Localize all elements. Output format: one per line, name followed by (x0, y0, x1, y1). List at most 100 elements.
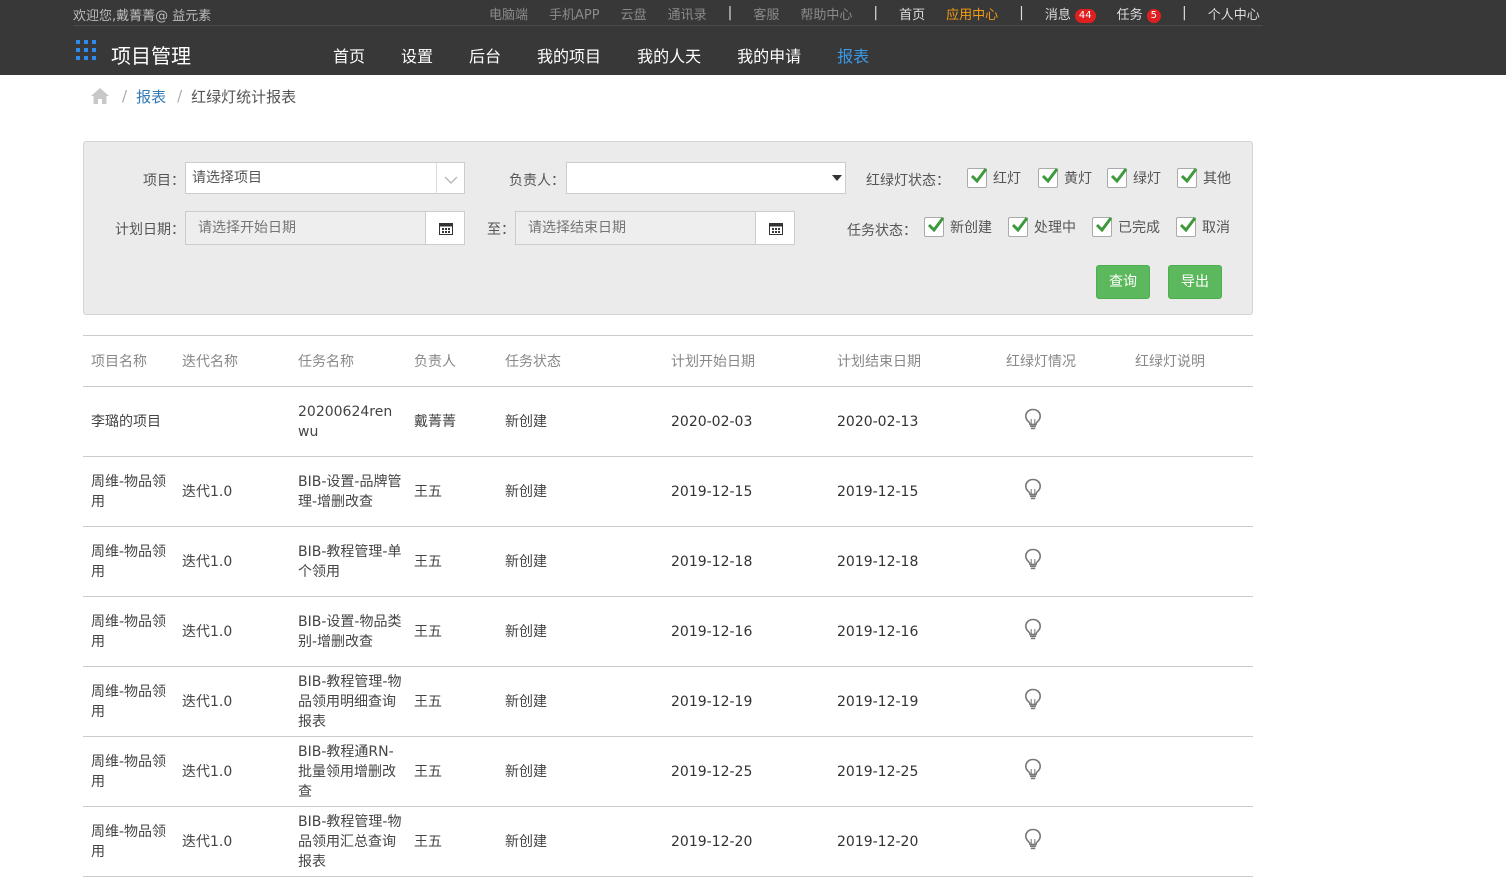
top-utility-bar: 欢迎您,戴菁菁@ 益元素 电脑端 手机APP 云盘 通讯录 | 客服 帮助中心 … (0, 0, 1506, 25)
lightbulb-icon[interactable] (1024, 478, 1042, 500)
cell-owner: 戴菁菁 (406, 386, 497, 457)
light-status-label: 红绿灯状态： (866, 173, 950, 189)
check-icon (1095, 217, 1113, 233)
table-row[interactable]: 周维-物品领用 迭代1.0 BIB-教程管理-单个领用 王五 新创建 2019-12-18… (83, 526, 1253, 597)
cell-end-date: 2019-12-19 (829, 666, 998, 737)
cell-task: BIB-设置-品牌管理-增删改查 (290, 456, 406, 527)
table-row[interactable]: 周维-物品领用 迭代1.0 BIB-教程管理-物品领用明细查询报表 王五 新创建 2019… (83, 666, 1253, 737)
table-row[interactable]: 李璐的项目 20200624renwu 戴菁菁 新创建 2020-02-03 2020-0… (83, 386, 1253, 457)
link-desktop[interactable]: 电脑端 (489, 4, 528, 23)
cell-light-note (1127, 736, 1253, 807)
owner-select[interactable] (566, 162, 846, 194)
lightbulb-icon[interactable] (1024, 618, 1042, 640)
breadcrumb-reports[interactable]: 报表 (136, 86, 166, 107)
link-mobile-app[interactable]: 手机APP (549, 4, 600, 23)
table-row[interactable]: 周维-物品领用 迭代1.0 BIB-设置-品牌管理-增删改查 王五 新创建 2019-12… (83, 456, 1253, 527)
check-icon (1179, 217, 1197, 233)
link-messages[interactable]: 消息 44 (1045, 4, 1096, 23)
cell-iteration (174, 386, 290, 457)
project-placeholder: 请选择项目 (192, 170, 262, 186)
separator: | (727, 5, 733, 21)
calendar-icon (439, 223, 453, 235)
cell-project: 周维-物品领用 (83, 666, 174, 737)
cell-end-date: 2019-12-15 (829, 456, 998, 527)
cell-light (998, 806, 1127, 877)
table-row[interactable]: 周维-物品领用 迭代1.0 BIB-教程管理-物品领用汇总查询报表 王五 新创建 2019… (83, 806, 1253, 877)
nav-reports[interactable]: 报表 (837, 43, 869, 67)
cell-owner: 王五 (406, 736, 497, 807)
cell-start-date: 2019-12-19 (663, 666, 829, 737)
checkbox-in-progress[interactable]: 处理中 (1008, 217, 1076, 237)
nav-admin[interactable]: 后台 (469, 43, 501, 67)
nav-my-projects[interactable]: 我的项目 (537, 43, 601, 67)
project-select[interactable]: 请选择项目 (185, 162, 465, 194)
messages-count-badge: 44 (1074, 8, 1096, 23)
link-tasks[interactable]: 任务 5 (1117, 4, 1161, 23)
end-date-input[interactable] (515, 211, 757, 245)
nav-my-requests[interactable]: 我的申请 (737, 43, 801, 67)
nav-settings[interactable]: 设置 (401, 43, 433, 67)
cell-task: 20200624renwu (290, 386, 406, 457)
tasks-count-badge: 5 (1146, 8, 1161, 23)
check-icon (970, 168, 988, 184)
link-service[interactable]: 客服 (753, 4, 779, 23)
table-row[interactable]: 周维-物品领用 迭代1.0 BIB-设置-物品类别-增删改查 王五 新创建 2019-12… (83, 596, 1253, 667)
checkbox-red-light[interactable]: 红灯 (967, 168, 1021, 188)
checkbox-green-light[interactable]: 绿灯 (1107, 168, 1161, 188)
lightbulb-icon[interactable] (1024, 688, 1042, 710)
cell-light-note (1127, 666, 1253, 737)
checkbox-completed[interactable]: 已完成 (1092, 217, 1160, 237)
link-app-center[interactable]: 应用中心 (946, 4, 998, 23)
breadcrumb-separator: / (122, 87, 128, 105)
end-date-calendar-button[interactable] (755, 211, 795, 245)
checkbox-label: 其他 (1203, 171, 1231, 187)
separator: | (1181, 5, 1187, 21)
separator: | (1019, 5, 1024, 21)
lightbulb-icon[interactable] (1024, 408, 1042, 430)
start-date-input[interactable] (185, 211, 427, 245)
checkbox-cancelled[interactable]: 取消 (1176, 217, 1230, 237)
utility-links: 电脑端 手机APP 云盘 通讯录 | 客服 帮助中心 | 首页 应用中心 | 消… (489, 4, 1281, 23)
cell-light-note (1127, 596, 1253, 667)
breadcrumb: / 报表 / 红绿灯统计报表 (90, 86, 296, 106)
top-header: 欢迎您,戴菁菁@ 益元素 电脑端 手机APP 云盘 通讯录 | 客服 帮助中心 … (0, 0, 1506, 75)
link-contacts[interactable]: 通讯录 (668, 4, 707, 23)
export-button[interactable]: 导出 (1168, 265, 1222, 299)
cell-iteration: 迭代1.0 (174, 806, 290, 877)
nav-my-man-days[interactable]: 我的人天 (637, 43, 701, 67)
cell-start-date: 2019-12-16 (663, 596, 829, 667)
checkbox-label: 黄灯 (1064, 171, 1092, 187)
home-icon[interactable] (90, 87, 110, 105)
start-date-calendar-button[interactable] (425, 211, 465, 245)
checkbox-other-light[interactable]: 其他 (1177, 168, 1231, 188)
lightbulb-icon[interactable] (1024, 758, 1042, 780)
query-button[interactable]: 查询 (1096, 265, 1150, 299)
link-help-center[interactable]: 帮助中心 (800, 4, 852, 23)
column-header: 红绿灯情况 (998, 335, 1127, 387)
project-label: 项目： (143, 173, 185, 189)
cell-light (998, 386, 1127, 457)
cell-status: 新创建 (497, 456, 663, 527)
lightbulb-icon[interactable] (1024, 828, 1042, 850)
check-icon (927, 217, 945, 233)
checkbox-new[interactable]: 新创建 (924, 217, 992, 237)
checkbox-label: 绿灯 (1133, 171, 1161, 187)
cell-project: 周维-物品领用 (83, 596, 174, 667)
cell-project: 周维-物品领用 (83, 526, 174, 597)
link-personal-center[interactable]: 个人中心 (1208, 4, 1260, 23)
link-cloud-disk[interactable]: 云盘 (621, 4, 647, 23)
cell-start-date: 2019-12-25 (663, 736, 829, 807)
cell-project: 李璐的项目 (83, 386, 174, 457)
cell-status: 新创建 (497, 806, 663, 877)
cell-iteration: 迭代1.0 (174, 666, 290, 737)
nav-home[interactable]: 首页 (333, 43, 365, 67)
table-header-row: 项目名称 迭代名称 任务名称 负责人 任务状态 计划开始日期 计划结束日期 红绿… (83, 335, 1253, 387)
cell-light-note (1127, 386, 1253, 457)
link-home[interactable]: 首页 (899, 4, 925, 23)
cell-light (998, 666, 1127, 737)
checkbox-yellow-light[interactable]: 黄灯 (1038, 168, 1092, 188)
table-row[interactable]: 周维-物品领用 迭代1.0 BIB-教程通RN-批量领用增删改查 王五 新创建 2019-… (83, 736, 1253, 807)
checkbox-label: 处理中 (1034, 220, 1076, 236)
checkbox-box (967, 168, 988, 188)
lightbulb-icon[interactable] (1024, 548, 1042, 570)
